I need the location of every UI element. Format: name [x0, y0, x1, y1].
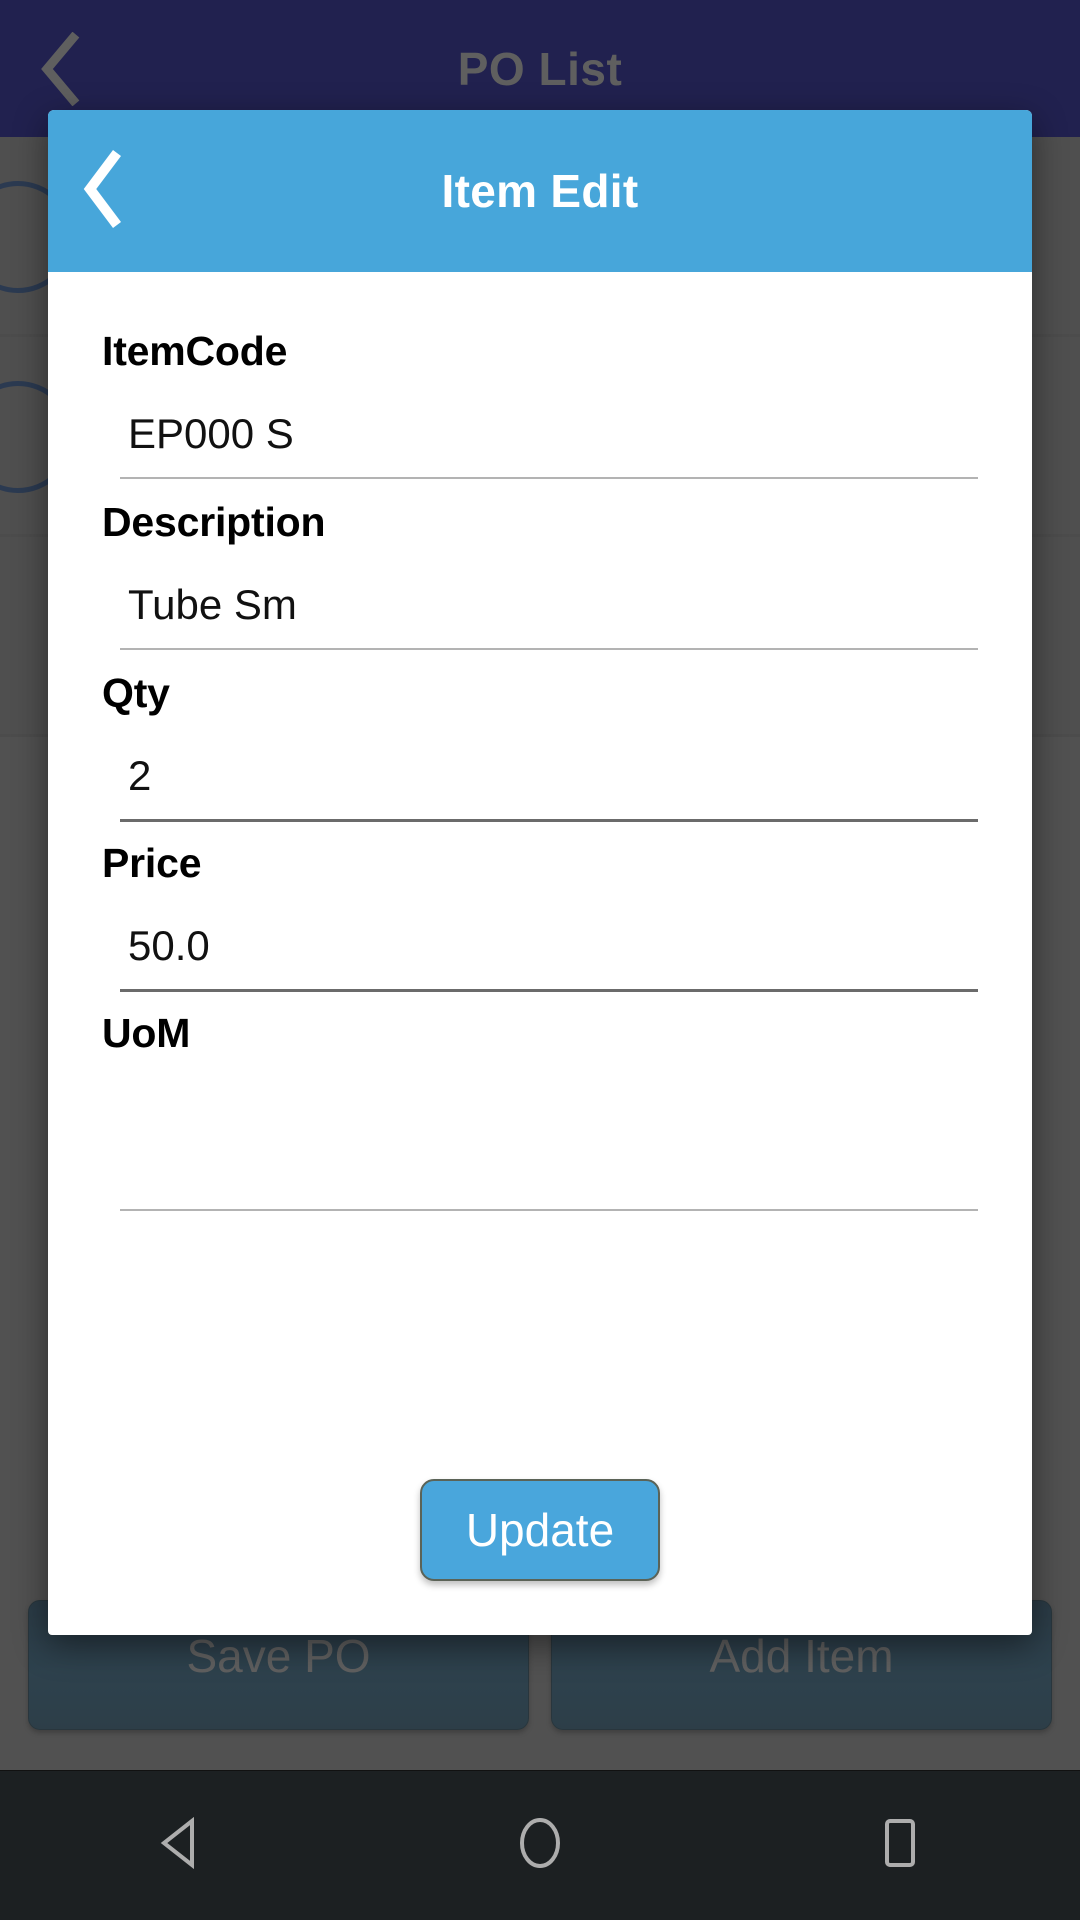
dialog-actions: Update: [48, 1437, 1032, 1635]
square-recents-icon: [878, 1816, 922, 1875]
field-uom: UoM: [102, 1010, 978, 1212]
field-price: Price 50.0: [102, 840, 978, 993]
itemcode-input[interactable]: EP000 S: [120, 403, 978, 480]
field-qty: Qty 2: [102, 670, 978, 823]
dialog-title: Item Edit: [441, 165, 639, 217]
dialog-body: ItemCode EP000 S Description Tube Sm Qty…: [48, 272, 1032, 1437]
circle-home-icon: [516, 1816, 564, 1875]
qty-label: Qty: [102, 670, 170, 717]
description-input[interactable]: Tube Sm: [120, 574, 978, 651]
price-label: Price: [102, 840, 202, 887]
dialog-header: Item Edit: [48, 110, 1032, 272]
field-itemcode: ItemCode EP000 S: [102, 328, 978, 480]
description-label: Description: [102, 499, 326, 546]
qty-input[interactable]: 2: [120, 745, 978, 823]
uom-label: UoM: [102, 1010, 191, 1057]
price-input[interactable]: 50.0: [120, 915, 978, 993]
nav-back-button[interactable]: [90, 1771, 270, 1920]
nav-home-button[interactable]: [450, 1771, 630, 1920]
phone-screen: PO List Save PO Add Item: [0, 0, 1080, 1920]
android-navigation-bar: [0, 1770, 1080, 1920]
item-edit-dialog: Item Edit ItemCode EP000 S Description T…: [48, 110, 1032, 1635]
triangle-back-icon: [156, 1816, 204, 1874]
nav-recents-button[interactable]: [810, 1771, 990, 1920]
uom-input[interactable]: [120, 1147, 978, 1212]
update-button[interactable]: Update: [419, 1479, 661, 1581]
itemcode-label: ItemCode: [102, 328, 288, 374]
field-description: Description Tube Sm: [102, 499, 978, 651]
